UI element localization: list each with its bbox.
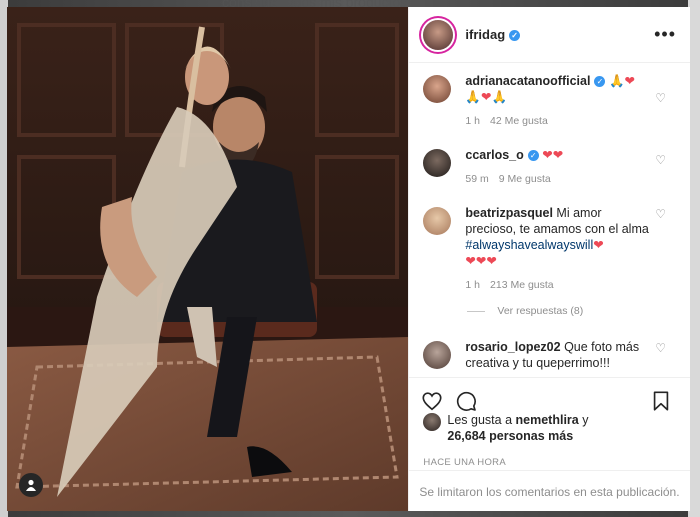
post-photo[interactable] <box>7 7 409 511</box>
likes-summary: Les gusta a nemethlira y 26,684 personas… <box>423 412 676 444</box>
likes-count[interactable]: 26,684 personas más <box>447 429 573 443</box>
comment-time[interactable]: 1 h <box>465 115 480 127</box>
comment-item: adrianacatanoofficial ✓ 🙏❤ 🙏❤🙏 1 h 42 Me g… <box>409 63 690 137</box>
like-comment-icon[interactable]: ♡ <box>655 341 666 355</box>
commenter-username[interactable]: beatrizpasquel <box>465 206 553 220</box>
author-avatar[interactable] <box>423 19 454 50</box>
comment-text-continued: 🙏❤🙏 <box>465 90 508 104</box>
likes-connector: y <box>582 413 589 427</box>
replies-divider <box>467 310 486 312</box>
tagged-users-button[interactable] <box>19 473 43 497</box>
commenter-username[interactable]: ccarlos_o <box>465 148 523 162</box>
view-replies-button[interactable]: Ver respuestas (8) <box>409 305 690 317</box>
comment-text: 🙏❤ <box>608 74 635 88</box>
commenter-username[interactable]: rosario_lopez02 <box>465 340 560 354</box>
like-comment-icon[interactable]: ♡ <box>655 91 666 105</box>
comments-list: adrianacatanoofficial ✓ 🙏❤ 🙏❤🙏 1 h 42 Me g… <box>409 63 690 375</box>
comment-item: beatrizpasquel Mi amor precioso, te amam… <box>409 195 690 301</box>
verified-icon: ✓ <box>594 76 606 87</box>
liker-avatar[interactable] <box>423 413 442 431</box>
comment-likes[interactable]: 42 Me gusta <box>490 115 548 127</box>
comment-text: ❤❤ <box>542 148 564 162</box>
comment-time[interactable]: 59 m <box>465 173 488 185</box>
comment-item: ccarlos_o ✓ ❤❤ 59 m 9 Me gusta ♡ <box>409 137 690 195</box>
post-header: ifridag ✓ ••• <box>409 7 690 63</box>
post-timestamp[interactable]: HACE UNA HORA <box>423 457 506 468</box>
comment-likes[interactable]: 213 Me gusta <box>490 279 554 291</box>
comment-emoji: ❤ <box>593 238 604 252</box>
comment-likes[interactable]: 9 Me gusta <box>499 173 551 185</box>
liker-username[interactable]: nemethlira <box>516 413 579 427</box>
bookmark-icon[interactable] <box>650 390 674 414</box>
verified-icon: ✓ <box>527 150 539 161</box>
commenter-avatar[interactable] <box>423 75 452 103</box>
comment-text-continued: ❤❤❤ <box>465 254 497 268</box>
commenter-username[interactable]: adrianacatanoofficial <box>465 74 590 88</box>
ellipsis-icon[interactable]: ••• <box>654 24 676 45</box>
comment-hashtag[interactable]: #alwayshavealwayswill <box>465 238 593 252</box>
comment-icon[interactable] <box>455 390 479 414</box>
like-comment-icon[interactable]: ♡ <box>655 153 666 167</box>
post-details-panel: ifridag ✓ ••• adrianacatanoofficial ✓ 🙏❤ 🙏… <box>408 7 690 511</box>
like-comment-icon[interactable]: ♡ <box>655 207 666 221</box>
comments-disabled-notice: Se limitaron los comentarios en esta pub… <box>409 470 690 512</box>
likes-prefix: Les gusta a <box>447 413 513 427</box>
person-icon <box>26 479 36 491</box>
comment-time[interactable]: 1 h <box>465 279 480 291</box>
commenter-avatar[interactable] <box>423 341 452 369</box>
commenter-avatar[interactable] <box>423 207 452 235</box>
photo-illustration <box>7 7 409 511</box>
comment-item: rosario_lopez02 Que foto más creativa y … <box>409 329 690 371</box>
verified-icon: ✓ <box>509 30 521 41</box>
commenter-avatar[interactable] <box>423 149 452 177</box>
author-username[interactable]: ifridag ✓ <box>465 27 521 42</box>
heart-outline-icon[interactable] <box>421 390 445 414</box>
view-replies-label: Ver respuestas (8) <box>497 305 584 317</box>
post-dialog: ifridag ✓ ••• adrianacatanoofficial ✓ 🙏❤ 🙏… <box>7 7 690 511</box>
